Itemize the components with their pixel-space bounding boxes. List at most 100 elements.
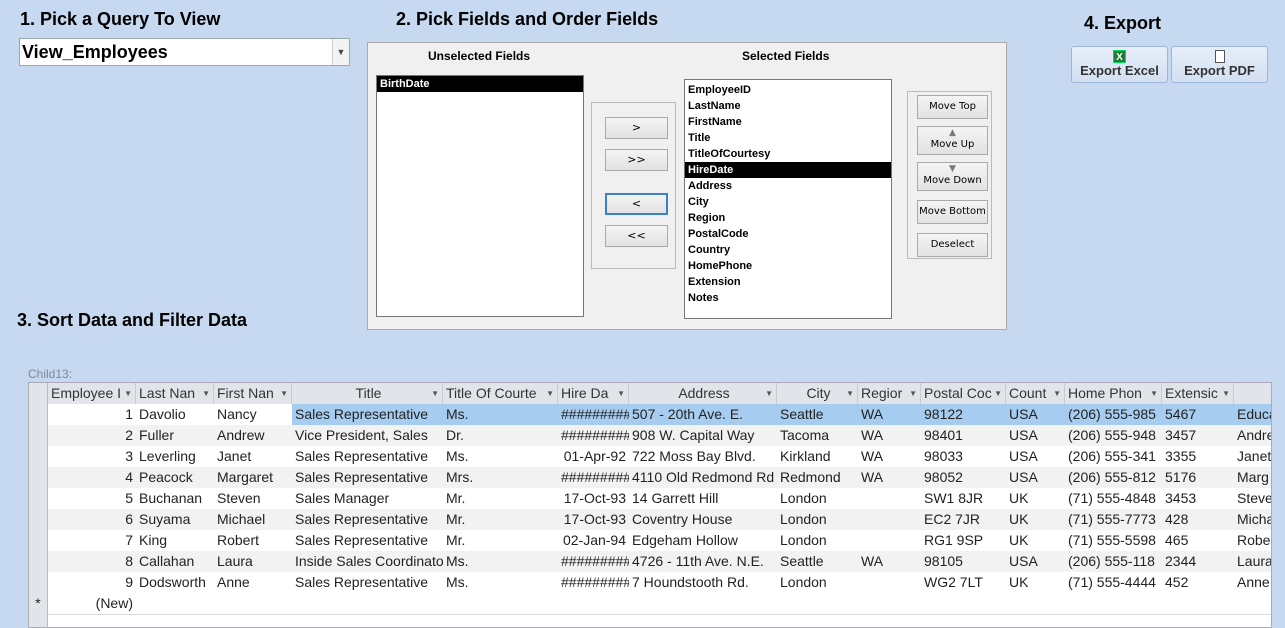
- column-header[interactable]: First Nan ▼: [214, 383, 292, 404]
- cell[interactable]: Anne: [1234, 572, 1271, 593]
- cell[interactable]: USA: [1006, 425, 1065, 446]
- selected-field-item[interactable]: City: [685, 194, 891, 210]
- cell[interactable]: 3: [48, 446, 136, 467]
- cell[interactable]: Steven: [214, 488, 292, 509]
- cell[interactable]: Dr.: [443, 425, 558, 446]
- cell[interactable]: WG2 7LT: [921, 572, 1006, 593]
- cell[interactable]: Sales Representative: [292, 530, 443, 551]
- record-selector[interactable]: [29, 572, 48, 593]
- cell[interactable]: Sales Representative: [292, 446, 443, 467]
- filter-dropdown-icon[interactable]: ▼: [765, 383, 773, 404]
- selected-field-item[interactable]: PostalCode: [685, 226, 891, 242]
- cell[interactable]: Leverling: [136, 446, 214, 467]
- add-field-button[interactable]: >: [605, 117, 668, 139]
- cell[interactable]: (71) 555-4444: [1065, 572, 1162, 593]
- cell[interactable]: 98105: [921, 551, 1006, 572]
- cell[interactable]: Margaret: [214, 467, 292, 488]
- cell[interactable]: Kirkland: [777, 446, 858, 467]
- cell[interactable]: [858, 572, 921, 593]
- cell[interactable]: 1: [48, 404, 136, 425]
- selected-field-item[interactable]: TitleOfCourtesy: [685, 146, 891, 162]
- cell[interactable]: WA: [858, 446, 921, 467]
- cell[interactable]: London: [777, 530, 858, 551]
- cell[interactable]: 7: [48, 530, 136, 551]
- cell[interactable]: (206) 555-948: [1065, 425, 1162, 446]
- cell[interactable]: Janet: [214, 446, 292, 467]
- cell[interactable]: #########: [558, 425, 629, 446]
- cell[interactable]: Nancy: [214, 404, 292, 425]
- cell[interactable]: Seattle: [777, 551, 858, 572]
- cell[interactable]: 98052: [921, 467, 1006, 488]
- table-row[interactable]: 3 Leverling Janet Sales Representative Ms. 01…: [29, 446, 1271, 467]
- cell[interactable]: 465: [1162, 530, 1234, 551]
- selected-fields-list[interactable]: EmployeeID LastName FirstName Title TitleOfC…: [684, 79, 892, 319]
- record-selector[interactable]: [29, 425, 48, 446]
- cell[interactable]: Ms.: [443, 404, 558, 425]
- employees-datasheet[interactable]: Employee I ▼ Last Nan ▼ First Nan ▼ Title ▼ Titl…: [28, 382, 1272, 628]
- cell[interactable]: 17-Oct-93: [558, 509, 629, 530]
- cell[interactable]: Tacoma: [777, 425, 858, 446]
- cell[interactable]: 7 Houndstooth Rd.: [629, 572, 777, 593]
- column-header[interactable]: Hire Da ▼: [558, 383, 629, 404]
- add-all-fields-button[interactable]: >>: [605, 149, 668, 171]
- cell[interactable]: Sales Representative: [292, 572, 443, 593]
- column-header[interactable]: Extensic ▼: [1162, 383, 1234, 404]
- cell[interactable]: 98401: [921, 425, 1006, 446]
- cell[interactable]: SW1 8JR: [921, 488, 1006, 509]
- cell[interactable]: London: [777, 488, 858, 509]
- cell[interactable]: WA: [858, 551, 921, 572]
- cell[interactable]: Mr.: [443, 530, 558, 551]
- cell[interactable]: Robert: [214, 530, 292, 551]
- unselected-fields-list[interactable]: BirthDate: [376, 75, 584, 317]
- filter-dropdown-icon[interactable]: ▼: [280, 383, 288, 404]
- selected-field-item[interactable]: Region: [685, 210, 891, 226]
- cell[interactable]: USA: [1006, 467, 1065, 488]
- move-down-button[interactable]: ▼ Move Down: [917, 162, 988, 191]
- cell[interactable]: 98033: [921, 446, 1006, 467]
- filter-dropdown-icon[interactable]: ▼: [909, 383, 917, 404]
- cell[interactable]: 8: [48, 551, 136, 572]
- table-row[interactable]: 5 Buchanan Steven Sales Manager Mr. 17-Oct-93…: [29, 488, 1271, 509]
- cell[interactable]: Andrew: [214, 425, 292, 446]
- cell[interactable]: 2344: [1162, 551, 1234, 572]
- filter-dropdown-icon[interactable]: ▼: [846, 383, 854, 404]
- column-header[interactable]: Title Of Courte ▼: [443, 383, 558, 404]
- cell[interactable]: 722 Moss Bay Blvd.: [629, 446, 777, 467]
- cell[interactable]: 5467: [1162, 404, 1234, 425]
- cell[interactable]: Sales Representative: [292, 509, 443, 530]
- remove-field-button[interactable]: <: [605, 193, 668, 215]
- cell[interactable]: London: [777, 572, 858, 593]
- column-header[interactable]: Employee I ▼: [48, 383, 136, 404]
- cell[interactable]: (206) 555-341: [1065, 446, 1162, 467]
- selected-field-item[interactable]: Country: [685, 242, 891, 258]
- selected-field-item[interactable]: Extension: [685, 274, 891, 290]
- cell[interactable]: 452: [1162, 572, 1234, 593]
- cell[interactable]: Ms.: [443, 551, 558, 572]
- move-bottom-button[interactable]: Move Bottom: [917, 200, 988, 224]
- cell[interactable]: 4: [48, 467, 136, 488]
- cell[interactable]: Callahan: [136, 551, 214, 572]
- cell[interactable]: UK: [1006, 572, 1065, 593]
- cell[interactable]: 9: [48, 572, 136, 593]
- cell[interactable]: #########: [558, 467, 629, 488]
- cell[interactable]: 3457: [1162, 425, 1234, 446]
- cell[interactable]: Mr.: [443, 509, 558, 530]
- cell[interactable]: USA: [1006, 446, 1065, 467]
- cell[interactable]: [858, 509, 921, 530]
- filter-dropdown-icon[interactable]: ▼: [994, 383, 1002, 404]
- column-header[interactable]: Title ▼: [292, 383, 443, 404]
- cell[interactable]: USA: [1006, 404, 1065, 425]
- selected-field-item[interactable]: FirstName: [685, 114, 891, 130]
- column-header[interactable]: Postal Coc ▼: [921, 383, 1006, 404]
- query-combobox[interactable]: View_Employees ▼: [19, 38, 350, 66]
- cell[interactable]: RG1 9SP: [921, 530, 1006, 551]
- filter-dropdown-icon[interactable]: ▼: [124, 383, 132, 404]
- table-row[interactable]: 8 Callahan Laura Inside Sales Coordinator Ms…: [29, 551, 1271, 572]
- cell[interactable]: 428: [1162, 509, 1234, 530]
- cell[interactable]: 3355: [1162, 446, 1234, 467]
- column-header[interactable]: Regior ▼: [858, 383, 921, 404]
- table-row[interactable]: 2 Fuller Andrew Vice President, Sales Dr. ###…: [29, 425, 1271, 446]
- remove-all-fields-button[interactable]: <<: [605, 225, 668, 247]
- cell[interactable]: WA: [858, 425, 921, 446]
- record-selector[interactable]: [29, 488, 48, 509]
